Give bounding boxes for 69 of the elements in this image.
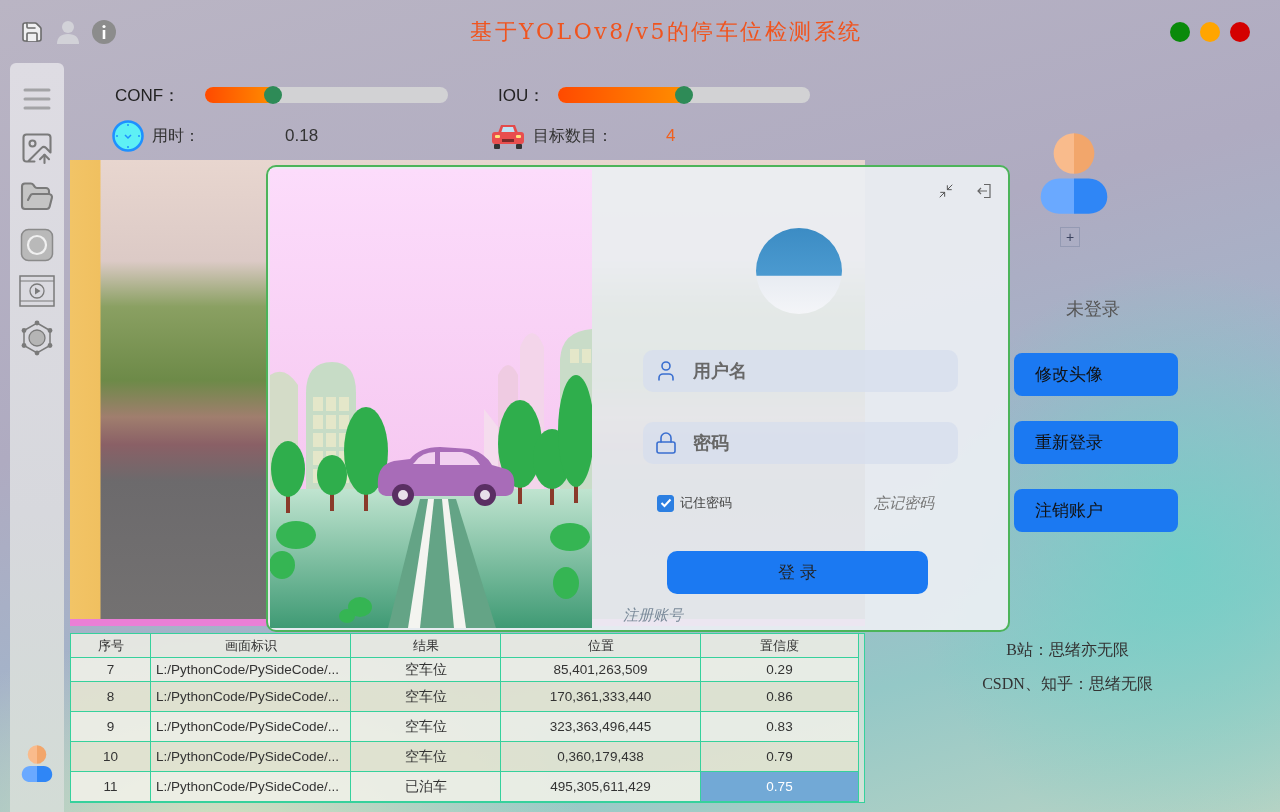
username-field[interactable]: 用户名 [643,350,958,392]
profile-button[interactable]: 修改头像 [1014,353,1178,396]
credit-text: B站：思绪亦无限 [1006,640,1129,660]
stat-value: 0.18 [285,126,319,146]
window-title: 基于YOLOv8/v5的停车位检测系统 [470,17,863,46]
column-header[interactable]: 位置 [501,634,701,658]
info-icon[interactable] [92,19,116,44]
exit-icon[interactable] [976,183,992,199]
table-cell[interactable]: L:/PythonCode/PySideCode/... [151,682,351,712]
window-control-button[interactable] [1230,21,1250,42]
table-cell[interactable]: 已泊车 [351,772,501,802]
table-cell[interactable]: 空车位 [351,742,501,772]
table-cell[interactable]: 0,360,179,438 [501,742,701,772]
forgot-password-link[interactable]: 忘记密码 [874,493,934,513]
add-avatar-button[interactable]: + [1060,227,1080,247]
table-cell[interactable]: 11 [71,772,151,802]
car-icon [491,122,525,150]
login-button[interactable]: 登 录 [667,551,928,594]
user-avatar-icon [20,744,54,782]
table-cell[interactable]: 空车位 [351,712,501,742]
slider-label: CONF： [115,84,182,107]
column-header[interactable]: 画面标识 [151,634,351,658]
table-cell[interactable]: 8 [71,682,151,712]
table-cell[interactable]: 9 [71,712,151,742]
remember-checkbox[interactable] [657,494,674,512]
window-control-button[interactable] [1170,21,1190,42]
table-cell[interactable]: 0.86 [701,682,859,712]
table-cell[interactable]: 323,363,496,445 [501,712,701,742]
table-cell[interactable]: 空车位 [351,658,501,682]
column-header[interactable]: 结果 [351,634,501,658]
table-cell[interactable]: L:/PythonCode/PySideCode/... [151,658,351,682]
table-cell[interactable]: L:/PythonCode/PySideCode/... [151,742,351,772]
login-status: 未登录 [1066,297,1120,321]
menu-icon[interactable] [22,87,52,111]
table-cell[interactable]: L:/PythonCode/PySideCode/... [151,712,351,742]
lock-icon [654,431,678,455]
password-field[interactable]: 密码 [643,422,958,464]
table-cell[interactable]: 85,401,263,509 [501,658,701,682]
slider-handle[interactable] [264,86,283,104]
table-cell[interactable]: 170,361,333,440 [501,682,701,712]
clock-icon [112,120,144,152]
credit-text: CSDN、知乎：思绪无限 [982,674,1153,694]
camera-icon[interactable] [20,228,54,262]
column-header[interactable]: 置信度 [701,634,859,658]
table-cell[interactable]: 空车位 [351,682,501,712]
image-upload-icon[interactable] [19,130,55,166]
table-cell[interactable]: 7 [71,658,151,682]
slider-track[interactable] [205,87,448,103]
stat-label: 用时： [152,125,201,146]
network-icon[interactable] [20,320,54,356]
save-icon[interactable] [20,19,44,44]
slider-handle[interactable] [675,86,693,104]
table-cell[interactable]: 10 [71,742,151,772]
minimize-icon[interactable] [938,183,954,199]
video-player-icon[interactable] [19,275,55,307]
stat-label: 目标数目： [533,125,614,146]
table-cell[interactable]: 495,305,611,429 [501,772,701,802]
profile-button[interactable]: 重新登录 [1014,421,1178,464]
table-cell[interactable]: L:/PythonCode/PySideCode/... [151,772,351,802]
slider-label: IOU： [498,84,547,107]
checkmark-icon [659,498,672,508]
column-header[interactable]: 序号 [71,634,151,658]
table-cell[interactable]: 0.79 [701,742,859,772]
profile-button[interactable]: 注销账户 [1014,489,1178,532]
table-cell[interactable]: 0.29 [701,658,859,682]
stat-value: 4 [666,126,676,146]
table-cell[interactable]: 0.83 [701,712,859,742]
remember-label: 记住密码 [680,494,732,512]
slider-track[interactable] [558,87,810,103]
